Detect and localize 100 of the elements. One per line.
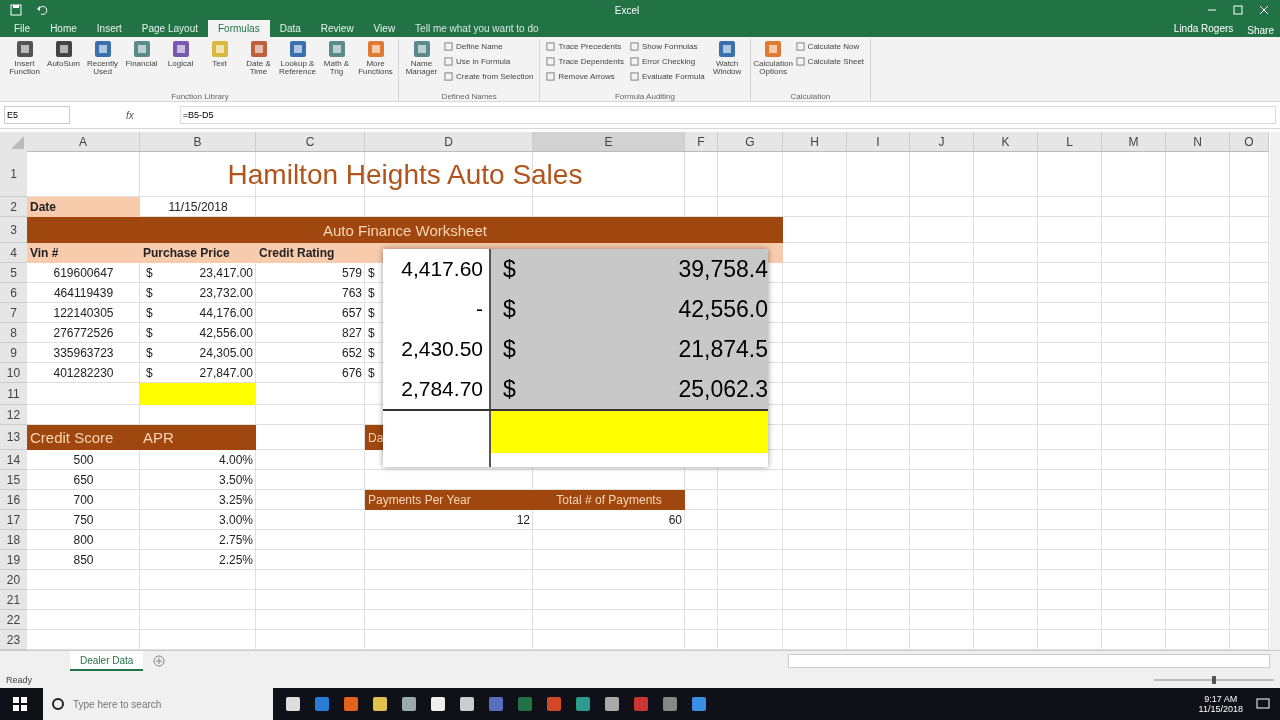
ribbon-tab[interactable]: Review [310, 20, 364, 37]
row-header[interactable]: 15 [0, 470, 27, 490]
zoom-slider-icon[interactable] [1154, 674, 1274, 685]
column-header[interactable]: D [365, 132, 533, 152]
column-header[interactable]: M [1102, 132, 1166, 152]
ribbon-button[interactable]: Logical [162, 39, 199, 84]
ribbon-button[interactable]: Trace Dependents [544, 54, 626, 69]
ribbon-tab[interactable]: Formulas [208, 20, 270, 37]
ribbon-tab[interactable]: Page Layout [131, 20, 208, 37]
ribbon-button[interactable]: Show Formulas [627, 39, 707, 54]
search-field[interactable]: Type here to search [43, 688, 273, 720]
ribbon-button[interactable]: Watch Window [708, 39, 746, 84]
column-header[interactable]: J [910, 132, 974, 152]
ribbon-button[interactable]: Evaluate Formula [627, 69, 707, 84]
row-header[interactable]: 23 [0, 630, 27, 650]
ribbon-button[interactable]: Trace Precedents [544, 39, 626, 54]
row-header[interactable]: 20 [0, 570, 27, 590]
tell-me-field[interactable]: Tell me what you want to do [413, 20, 588, 37]
ribbon-tab[interactable]: View [363, 20, 406, 37]
ribbon-button[interactable]: Calculate Now [793, 39, 867, 54]
status-text: Ready [6, 674, 32, 685]
row-header[interactable]: 14 [0, 450, 27, 470]
start-icon[interactable] [12, 696, 28, 712]
ribbon-button[interactable]: Create from Selection [442, 69, 536, 84]
row-header[interactable]: 21 [0, 590, 27, 610]
ribbon-button[interactable]: Insert Function [6, 39, 43, 84]
row-header[interactable]: 4 [0, 243, 27, 263]
column-header[interactable]: L [1038, 132, 1102, 152]
row-header[interactable]: 8 [0, 323, 27, 343]
row-header[interactable]: 6 [0, 283, 27, 303]
app-icon[interactable] [574, 695, 592, 713]
row-header[interactable]: 1 [0, 152, 27, 197]
table-cell-text: 579 [340, 265, 363, 282]
ribbon-button[interactable]: Financial [123, 39, 160, 84]
app-icon[interactable] [284, 695, 302, 713]
name-box[interactable]: E5 [4, 106, 70, 124]
share-button[interactable]: Share [1241, 24, 1280, 37]
row-header[interactable]: 16 [0, 490, 27, 510]
row-header[interactable]: 5 [0, 263, 27, 283]
ribbon-button[interactable]: Date & Time [240, 39, 277, 84]
column-header[interactable]: G [718, 132, 783, 152]
ribbon-button[interactable]: Calculation Options [754, 39, 792, 84]
column-header[interactable]: N [1166, 132, 1230, 152]
column-header[interactable]: H [783, 132, 847, 152]
row-header[interactable]: 3 [0, 217, 27, 243]
column-header[interactable]: K [974, 132, 1038, 152]
table-cell-text: 763 [340, 285, 363, 302]
table-cell-text: 850 [72, 552, 95, 569]
column-header[interactable]: E [533, 132, 685, 152]
app-icon[interactable] [371, 695, 389, 713]
ribbon-button[interactable]: Text [201, 39, 238, 84]
app-icon[interactable] [458, 695, 476, 713]
column-header[interactable]: O [1230, 132, 1269, 152]
currency-sign: $ [503, 375, 516, 403]
row-header[interactable]: 12 [0, 405, 27, 425]
vertical-scrollbar[interactable] [1270, 132, 1280, 650]
amount-value: 42,556.0 [678, 295, 768, 323]
column-header[interactable]: A [27, 132, 140, 152]
column-header[interactable]: C [256, 132, 365, 152]
app-icon[interactable] [429, 695, 447, 713]
ribbon-button[interactable]: Define Name [442, 39, 536, 54]
ribbon-tab[interactable]: Insert [86, 20, 132, 37]
maximize-icon[interactable] [1232, 4, 1244, 16]
ribbon-button[interactable]: Calculate Sheet [793, 54, 867, 69]
column-header[interactable]: I [847, 132, 910, 152]
row-header[interactable]: 17 [0, 510, 27, 530]
sheet-tab[interactable]: Dealer Data [70, 651, 144, 671]
ribbon-button[interactable]: Math & Trig [318, 39, 355, 84]
row-header[interactable]: 10 [0, 363, 27, 383]
ribbon-tab[interactable]: Home [40, 20, 87, 37]
formula-field[interactable]: =B5-D5 [179, 106, 1276, 124]
ribbon-button[interactable]: AutoSum [45, 39, 82, 84]
circle-icon[interactable] [51, 697, 65, 711]
ribbon-tab[interactable]: File [4, 20, 41, 37]
ribbon-button[interactable]: Name Manager [403, 39, 440, 84]
ribbon-tab[interactable]: Data [269, 20, 311, 37]
user-name[interactable]: Linda Rogers [1165, 23, 1242, 34]
row-header[interactable]: 2 [0, 197, 27, 217]
app-icon[interactable] [400, 695, 418, 713]
ribbon-button[interactable]: Recently Used [84, 39, 121, 84]
row-header[interactable]: 11 [0, 383, 27, 405]
row-header[interactable]: 22 [0, 610, 27, 630]
column-header[interactable]: B [140, 132, 256, 152]
save-icon[interactable] [10, 4, 22, 16]
row-header[interactable]: 19 [0, 550, 27, 570]
row-header[interactable]: 9 [0, 343, 27, 363]
row-header[interactable]: 18 [0, 530, 27, 550]
close-icon[interactable] [1258, 4, 1270, 16]
row-header[interactable]: 7 [0, 303, 27, 323]
ribbon-button[interactable]: More Functions [357, 39, 394, 84]
column-header[interactable]: F [685, 132, 718, 152]
ribbon-button[interactable]: Error Checking [627, 54, 707, 69]
ribbon-button[interactable]: Lookup & Reference [279, 39, 316, 84]
row-header[interactable]: 13 [0, 425, 27, 450]
clock-time: 9:17 AM [1204, 694, 1238, 704]
undo-icon[interactable] [36, 4, 48, 16]
ribbon-button[interactable]: Remove Arrows [544, 69, 626, 84]
app-icon[interactable] [603, 695, 621, 713]
horizontal-scrollbar[interactable] [788, 654, 1270, 668]
ribbon-button[interactable]: Use in Formula [442, 54, 536, 69]
